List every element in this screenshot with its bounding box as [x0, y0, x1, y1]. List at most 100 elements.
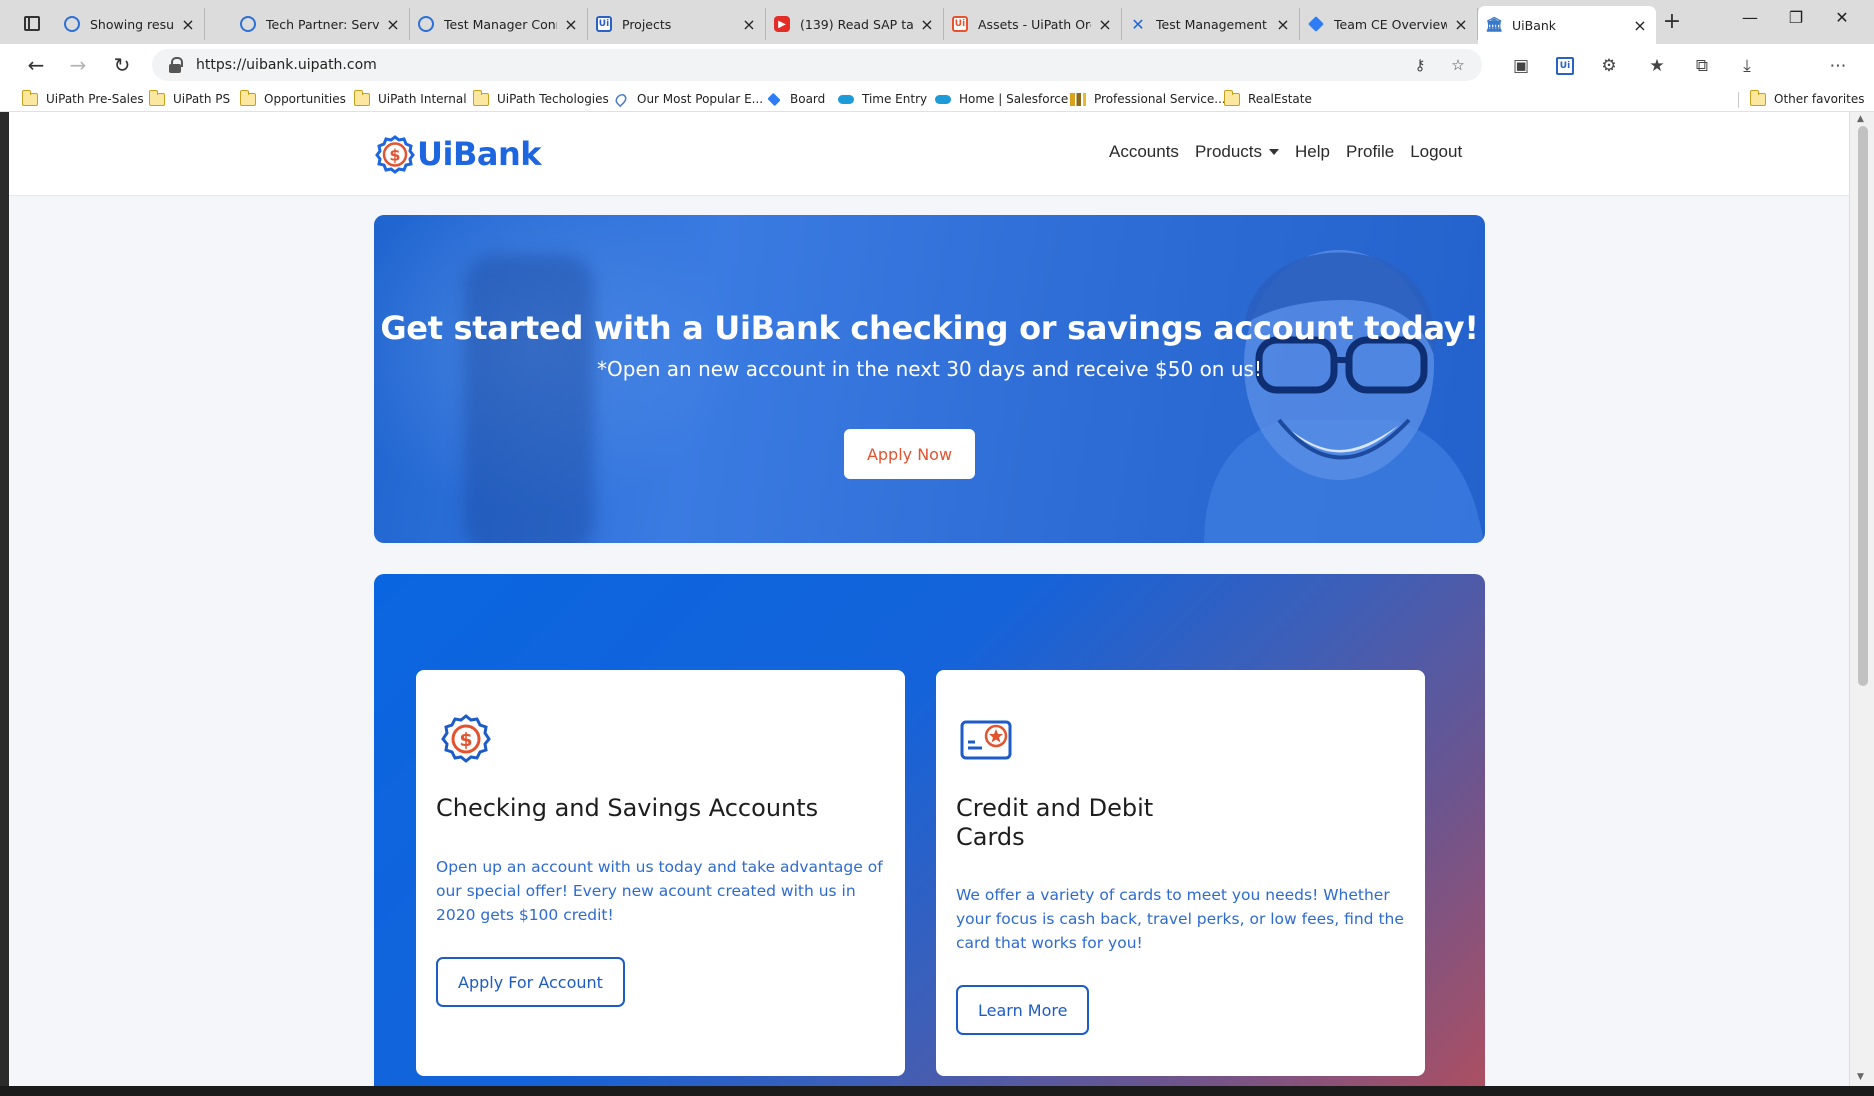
nav-help[interactable]: Help	[1295, 142, 1330, 162]
tab-title: Showing results for "	[90, 16, 174, 32]
tab-test-management[interactable]: ✕ Test Management Ki ×	[1122, 8, 1300, 40]
smiling-man-image	[1204, 250, 1484, 543]
tab-actions-button[interactable]	[14, 10, 50, 36]
folder-icon	[1223, 89, 1240, 106]
new-tab-button[interactable]: +	[1656, 8, 1688, 38]
lock-icon	[168, 57, 183, 73]
close-icon[interactable]: ×	[1453, 15, 1469, 34]
bookmark-time-entry[interactable]: Time Entry	[838, 90, 927, 108]
bookmark-opportunities[interactable]: Opportunities	[239, 89, 346, 108]
close-icon[interactable]: ×	[741, 15, 757, 34]
close-icon[interactable]: ×	[1097, 15, 1113, 34]
uipath-icon: Ui	[596, 16, 612, 32]
tab-team-ce-overview[interactable]: Team CE Overview - ×	[1300, 8, 1478, 40]
hero-subtitle: *Open an new account in the next 30 days…	[597, 357, 1262, 381]
bookmark-label: RealEstate	[1248, 92, 1312, 106]
apply-for-account-button[interactable]: Apply For Account	[436, 957, 625, 1007]
diamond-icon	[1308, 16, 1324, 32]
tab-title: Test Manager Conne	[444, 16, 557, 32]
bookmark-label: UiPath PS	[173, 92, 231, 106]
tab-uibank[interactable]: 🏛 UiBank ×	[1478, 6, 1656, 44]
nav-products-label: Products	[1194, 142, 1263, 161]
close-icon[interactable]: ×	[1275, 15, 1291, 34]
tab-showing-results[interactable]: Showing results for " ×	[56, 8, 205, 40]
card-description: We offer a variety of cards to meet you …	[956, 886, 1404, 952]
chart-icon	[1070, 92, 1086, 106]
downloads-icon[interactable]: ⤓	[1733, 52, 1761, 80]
bookmark-uipath-techologies[interactable]: UiPath Techologies	[472, 89, 609, 108]
nav-accounts[interactable]: Accounts	[1109, 142, 1179, 162]
tab-projects[interactable]: Ui Projects ×	[588, 8, 766, 40]
extension-icon[interactable]: ▣	[1507, 52, 1535, 80]
tab-tech-partner[interactable]: Tech Partner: Service ×	[232, 8, 410, 40]
back-button[interactable]: ←	[20, 50, 52, 82]
bookmark-board[interactable]: Board	[766, 90, 825, 108]
tab-youtube[interactable]: ▶ (139) Read SAP table ×	[766, 8, 944, 40]
uipath-extension-icon[interactable]: Ui	[1556, 57, 1574, 75]
bookmark-other-favorites[interactable]: Other favorites	[1749, 89, 1865, 108]
extensions-puzzle-icon[interactable]: ⚙	[1595, 52, 1623, 80]
bookmark-uipath-pre-sales[interactable]: UiPath Pre-Sales	[21, 89, 144, 108]
tab-title: Projects	[622, 16, 672, 32]
tab-test-manager[interactable]: Test Manager Conne ×	[410, 8, 588, 40]
bookmarks-divider	[1738, 92, 1739, 108]
refresh-button[interactable]: ↻	[106, 50, 138, 82]
pin-icon	[613, 91, 629, 107]
scrollbar-thumb[interactable]	[1858, 126, 1868, 686]
page-scrollbar[interactable]: ▲ ▼	[1849, 112, 1874, 1086]
nav-products[interactable]: Products	[1194, 142, 1280, 162]
bookmark-salesforce[interactable]: Home | Salesforce	[935, 90, 1068, 108]
tab-actions-icon	[24, 15, 40, 31]
browser-window: Showing results for " × Tech Partner: Se…	[0, 0, 1874, 1096]
tab-title: Tech Partner: Service	[266, 16, 379, 32]
card-title: Credit and Debit Cards	[956, 794, 1153, 852]
key-icon[interactable]: ⚷	[1406, 56, 1434, 74]
collections-icon[interactable]: ⧉	[1688, 52, 1716, 80]
bookmark-professional-services[interactable]: Professional Service...	[1070, 90, 1226, 108]
learn-more-button[interactable]: Learn More	[956, 985, 1090, 1035]
close-icon[interactable]: ×	[563, 15, 579, 34]
favorites-icon[interactable]: ★	[1643, 52, 1671, 80]
apply-now-button[interactable]: Apply Now	[844, 429, 975, 479]
cloud-icon	[935, 94, 951, 104]
credit-card-star-icon	[960, 720, 1012, 760]
nav-logout[interactable]: Logout	[1410, 142, 1462, 162]
close-icon[interactable]: ×	[1632, 16, 1648, 35]
bookmark-uipath-internal[interactable]: UiPath Internal	[353, 89, 467, 108]
tab-title: Assets - UiPath Orch	[978, 16, 1091, 32]
bookmark-label: Time Entry	[862, 92, 928, 106]
scroll-down-icon[interactable]: ▼	[1857, 1072, 1864, 1082]
svg-text:$: $	[389, 146, 400, 165]
bookmark-most-popular[interactable]: Our Most Popular E...	[613, 90, 763, 108]
page-viewport: $ UiBank Accounts Products Help Profile …	[9, 112, 1849, 1086]
minimize-button[interactable]: —	[1730, 8, 1770, 27]
close-icon[interactable]: ×	[919, 15, 935, 34]
dollar-coin-icon: $	[375, 135, 415, 174]
card-title-line2: Cards	[956, 823, 1025, 851]
nav-profile[interactable]: Profile	[1346, 142, 1394, 162]
bookmark-realestate[interactable]: RealEstate	[1223, 89, 1312, 108]
tab-assets-orchestrator[interactable]: Ui Assets - UiPath Orch ×	[944, 8, 1122, 40]
close-icon[interactable]: ×	[385, 15, 401, 34]
restore-button[interactable]: ❐	[1776, 8, 1816, 27]
folder-icon	[353, 89, 370, 106]
hero-banner: Get started with a UiBank checking or sa…	[374, 215, 1485, 543]
credit-debit-card: Credit and Debit Cards We offer a variet…	[936, 670, 1425, 1076]
checking-savings-card: $ Checking and Savings Accounts Open up …	[416, 670, 905, 1076]
bookmark-uipath-ps[interactable]: UiPath PS	[148, 89, 231, 108]
address-bar[interactable]: https://uibank.uipath.com ⚷ ☆	[152, 49, 1482, 81]
close-window-button[interactable]: ✕	[1822, 8, 1862, 27]
close-icon[interactable]: ×	[180, 15, 196, 34]
address-url[interactable]: https://uibank.uipath.com	[196, 57, 1406, 73]
swirl-icon	[418, 16, 434, 32]
uibank-logo[interactable]: $ UiBank	[375, 132, 542, 176]
scroll-up-icon[interactable]: ▲	[1857, 114, 1864, 124]
tab-strip: Showing results for " × Tech Partner: Se…	[0, 0, 1874, 44]
forward-button[interactable]: →	[62, 50, 94, 82]
bookmark-label: Our Most Popular E...	[637, 92, 764, 106]
window-bottom-edge	[0, 1086, 1874, 1096]
jira-icon: ✕	[1131, 14, 1145, 34]
add-favorite-icon[interactable]: ☆	[1444, 56, 1472, 74]
bookmark-label: Board	[790, 92, 826, 106]
more-menu-icon[interactable]: ⋯	[1824, 52, 1852, 80]
